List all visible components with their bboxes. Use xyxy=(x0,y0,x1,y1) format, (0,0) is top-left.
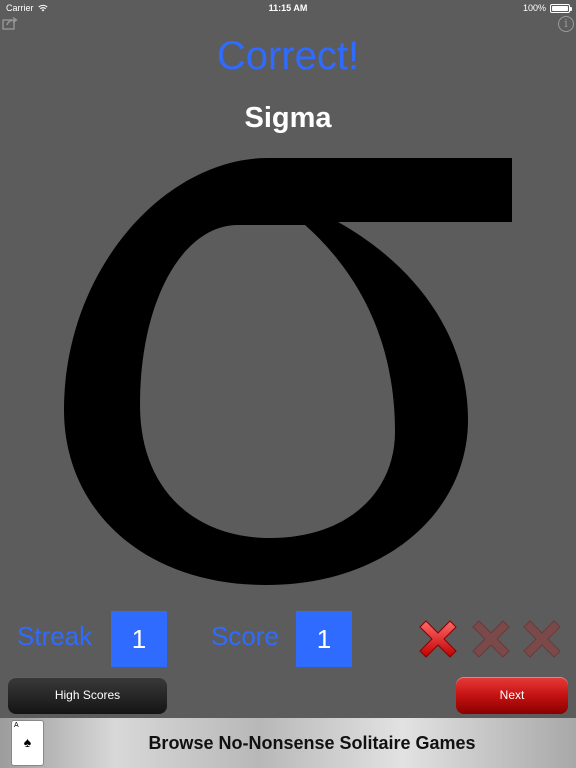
ad-banner[interactable]: A ♠ Browse No-Nonsense Solitaire Games xyxy=(0,718,576,768)
card-rank: A xyxy=(14,722,19,729)
x-mark-icon-inactive xyxy=(523,620,561,658)
playing-card-icon: A ♠ xyxy=(11,720,44,766)
score-label: Score xyxy=(211,621,279,651)
next-button[interactable]: Next xyxy=(456,677,568,714)
streak-value: 1 xyxy=(111,611,167,667)
streak-label: Streak xyxy=(17,621,93,651)
ad-text: Browse No-Nonsense Solitaire Games xyxy=(148,733,476,753)
x-mark-icon-inactive xyxy=(472,620,510,658)
high-scores-button[interactable]: High Scores xyxy=(8,677,167,714)
spade-icon: ♠ xyxy=(23,734,32,750)
score-value: 1 xyxy=(296,611,352,667)
x-mark-icon xyxy=(419,620,457,658)
